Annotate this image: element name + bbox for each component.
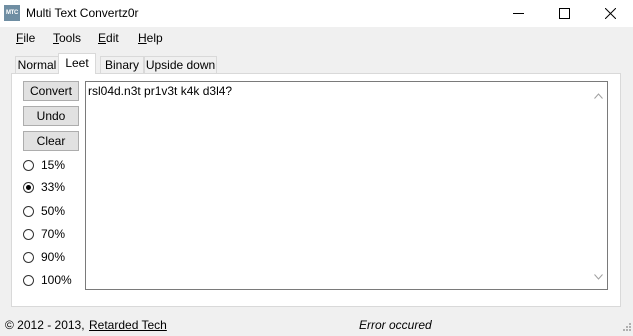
radio-label: 33% [41,180,66,194]
radio-selected-dot [26,184,31,190]
tab-binary[interactable]: Binary [100,56,144,73]
close-icon [604,8,616,19]
radio-label: 100% [41,273,72,287]
window-title: Multi Text Convertz0r [26,6,139,20]
minimize-button[interactable] [495,0,541,27]
tab-upside-down[interactable]: Upside down [144,56,217,73]
radio-circle[interactable] [23,228,34,240]
radio-circle[interactable] [23,181,34,193]
text-area-content[interactable]: rsl04d.n3t pr1v3t k4k d3l4? [88,84,232,98]
radio-15[interactable]: 15% [23,157,65,173]
chevron-up-icon [594,93,603,99]
radio-label: 90% [41,250,66,264]
radio-50[interactable]: 50% [23,203,65,219]
tab-leet[interactable]: Leet [58,53,96,74]
radio-90[interactable]: 90% [23,249,65,265]
radio-circle[interactable] [23,251,34,263]
radio-label: 70% [41,227,66,241]
menu-help[interactable]: Help [138,31,163,45]
scroll-down-arrow[interactable] [594,269,603,283]
menu-tools[interactable]: Tools [53,31,81,45]
maximize-button[interactable] [541,0,587,27]
radio-100[interactable]: 100% [23,272,72,288]
chevron-down-icon [594,274,603,280]
app-icon[interactable]: MTC [4,5,20,21]
status-bar: © 2012 - 2013, Retarded Tech Error occur… [0,313,633,336]
title-bar[interactable]: MTC Multi Text Convertz0r [0,0,633,27]
company-link[interactable]: Retarded Tech [89,318,167,332]
menu-file[interactable]: File [16,31,35,45]
tab-normal[interactable]: Normal [15,56,59,73]
radio-circle[interactable] [23,159,34,171]
radio-70[interactable]: 70% [23,226,65,242]
copyright-text: © 2012 - 2013, [5,318,85,332]
radio-33[interactable]: 33% [23,179,65,195]
undo-button[interactable]: Undo [23,106,79,126]
menu-bar: File Tools Edit Help [0,27,633,49]
scroll-up-arrow[interactable] [594,88,603,102]
clear-button[interactable]: Clear [23,131,79,151]
status-message: Error occured [359,318,432,332]
minimize-icon [512,13,524,14]
radio-circle[interactable] [23,205,34,217]
resize-grip-icon[interactable] [621,320,631,334]
text-area[interactable]: rsl04d.n3t pr1v3t k4k d3l4? [85,81,608,290]
radio-label: 15% [41,158,66,172]
radio-label: 50% [41,204,66,218]
close-button[interactable] [587,0,633,27]
maximize-icon [558,8,570,19]
menu-edit[interactable]: Edit [98,31,119,45]
radio-circle[interactable] [23,274,34,286]
convert-button[interactable]: Convert [23,81,79,101]
